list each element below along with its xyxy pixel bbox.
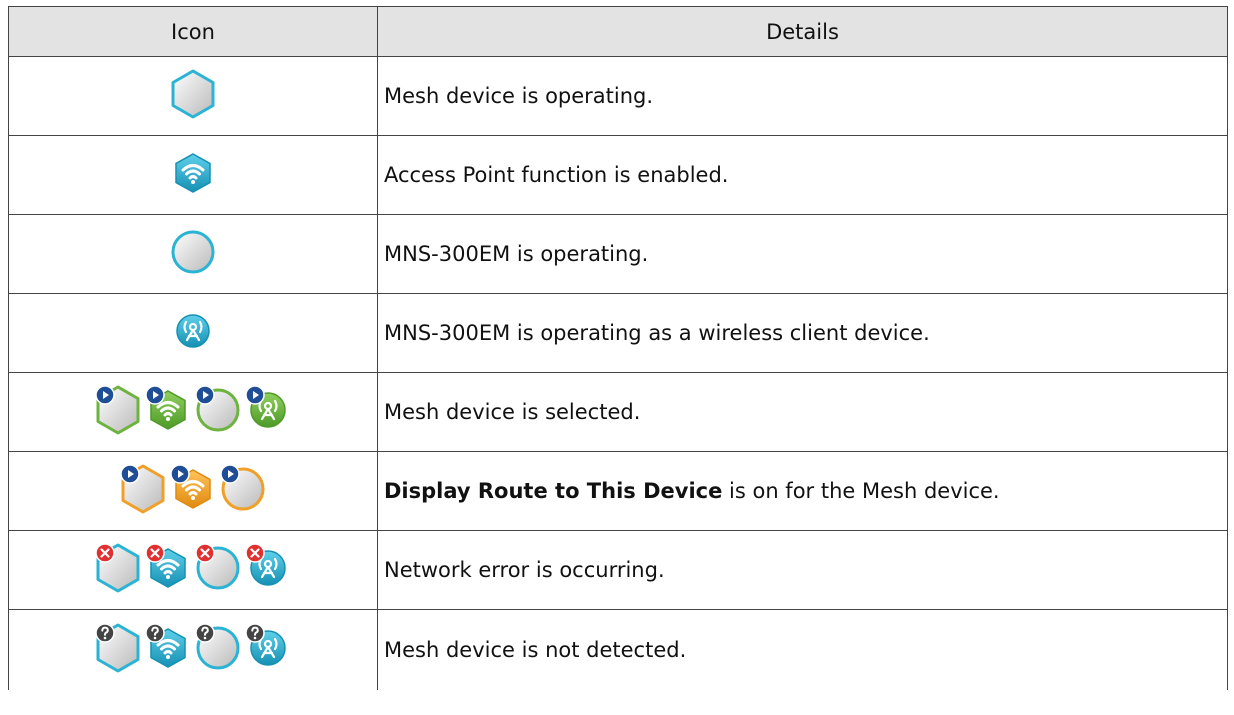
wifi-hexagon-icon [170, 148, 216, 198]
play-badge-icon [220, 464, 240, 484]
error-badge-icon [145, 543, 165, 563]
table-row: Display Route to This Device is on for t… [8, 451, 1228, 531]
question-badge-icon [145, 623, 165, 643]
wifi-hexagon-error-icon [145, 543, 191, 593]
icon-cell [8, 135, 378, 215]
table-row: Access Point function is enabled. [8, 135, 1228, 215]
icon-cell [8, 293, 378, 373]
table-row: Mesh device is not detected. [8, 609, 1228, 690]
details-text: is on for the Mesh device. [722, 479, 1000, 503]
details-cell: Mesh device is not detected. [377, 609, 1228, 690]
details-cell: Mesh device is operating. [377, 56, 1228, 136]
hexagon-unknown-icon [95, 623, 141, 673]
table-row: Mesh device is operating. [8, 56, 1228, 136]
icon-cell [8, 56, 378, 136]
error-badge-icon [95, 543, 115, 563]
question-badge-icon [95, 623, 115, 643]
details-cell: Mesh device is selected. [377, 372, 1228, 452]
table-row: Network error is occurring. [8, 530, 1228, 610]
wifi-hexagon-selected-icon [145, 385, 191, 435]
icon-cell [8, 451, 378, 531]
hexagon-icon [170, 69, 216, 119]
table-row: MNS-300EM is operating. [8, 214, 1228, 294]
circle-icon [170, 227, 216, 277]
play-badge-icon [195, 385, 215, 405]
circle-route-icon [220, 464, 266, 514]
circle-unknown-icon [195, 623, 241, 673]
icon-cell [8, 214, 378, 294]
icon-cell [8, 530, 378, 610]
header-row: Icon Details [8, 6, 1228, 57]
details-cell: MNS-300EM is operating. [377, 214, 1228, 294]
details-cell: Display Route to This Device is on for t… [377, 451, 1228, 531]
question-badge-icon [245, 623, 265, 643]
details-cell: Network error is occurring. [377, 530, 1228, 610]
play-badge-icon [95, 385, 115, 405]
antenna-circle-selected-icon [245, 385, 291, 435]
play-badge-icon [145, 385, 165, 405]
hexagon-selected-icon [95, 385, 141, 435]
hexagon-route-icon [120, 464, 166, 514]
wifi-hexagon-unknown-icon [145, 623, 191, 673]
play-badge-icon [120, 464, 140, 484]
error-badge-icon [195, 543, 215, 563]
table-row: MNS-300EM is operating as a wireless cli… [8, 293, 1228, 373]
table-row: Mesh device is selected. [8, 372, 1228, 452]
circle-selected-icon [195, 385, 241, 435]
details-cell: Access Point function is enabled. [377, 135, 1228, 215]
play-badge-icon [170, 464, 190, 484]
antenna-circle-error-icon [245, 543, 291, 593]
circle-error-icon [195, 543, 241, 593]
wifi-hexagon-route-icon [170, 464, 216, 514]
details-cell: MNS-300EM is operating as a wireless cli… [377, 293, 1228, 373]
question-badge-icon [195, 623, 215, 643]
header-icon: Icon [8, 6, 378, 57]
error-badge-icon [245, 543, 265, 563]
antenna-circle-unknown-icon [245, 623, 291, 673]
antenna-circle-icon [170, 306, 216, 356]
header-details: Details [377, 6, 1228, 57]
icon-cell [8, 609, 378, 690]
icon-cell [8, 372, 378, 452]
play-badge-icon [245, 385, 265, 405]
icon-legend-table: Icon Details Mesh device is operating. A… [8, 6, 1228, 690]
hexagon-error-icon [95, 543, 141, 593]
route-setting-name: Display Route to This Device [384, 479, 723, 503]
